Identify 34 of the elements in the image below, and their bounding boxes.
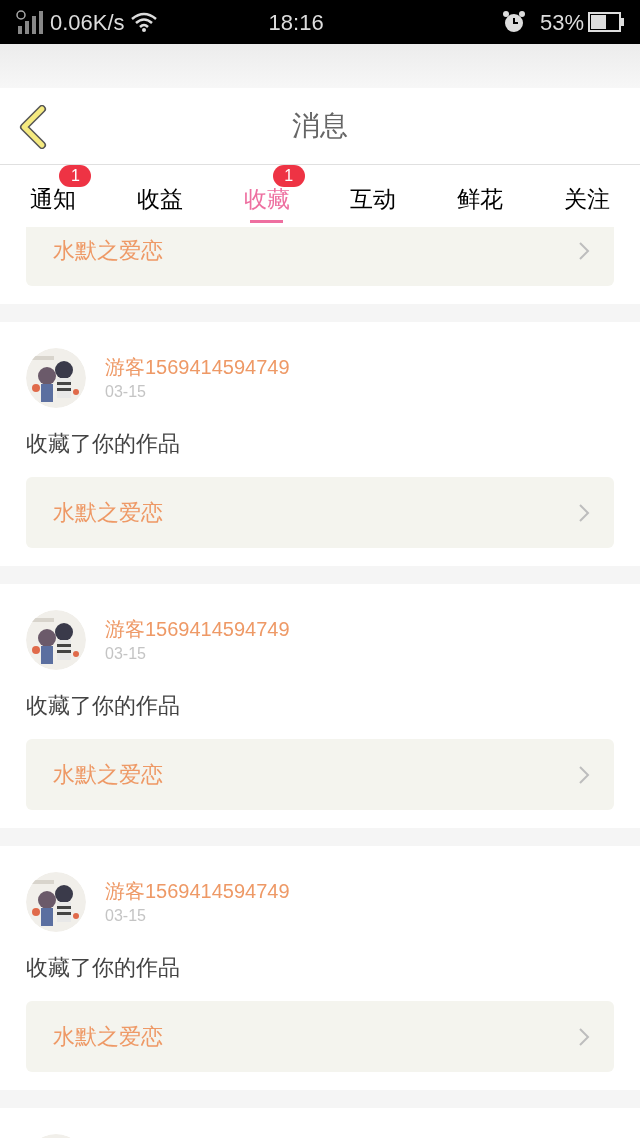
chevron-right-icon	[578, 764, 590, 785]
message-text: 收藏了你的作品	[26, 692, 181, 720]
chevron-right-icon	[578, 240, 590, 261]
count-badge: 1	[59, 165, 92, 187]
chevron-right-icon	[578, 502, 590, 523]
battery-percent: 53%	[539, 8, 584, 37]
tab[interactable]: 鲜花	[426, 165, 534, 227]
network-speed: 0.06K/s	[50, 8, 125, 37]
work-link[interactable]: 水默之爱恋	[26, 477, 614, 548]
message-date: 03-15	[105, 644, 147, 664]
wifi-icon	[130, 12, 157, 32]
tab[interactable]: 关注	[533, 165, 640, 227]
battery-icon	[588, 12, 624, 32]
work-link[interactable]: 水默之爱恋	[26, 1001, 614, 1072]
alarm-icon	[501, 10, 526, 34]
signal-icon	[16, 10, 44, 34]
tab-underline	[250, 220, 284, 223]
tab[interactable]: 收藏 1	[213, 165, 320, 227]
message-text: 收藏了你的作品	[26, 954, 181, 982]
count-badge: 1	[272, 165, 305, 187]
chevron-right-icon	[578, 1026, 590, 1047]
page-title: 消息	[292, 109, 348, 143]
tab[interactable]: 通知 1	[0, 165, 107, 227]
message-text: 收藏了你的作品	[26, 430, 181, 458]
user-name[interactable]: 游客1569414594749	[105, 878, 290, 904]
tab[interactable]: 互动	[320, 165, 427, 227]
work-link[interactable]: 水默之爱恋	[26, 739, 614, 810]
user-name[interactable]: 游客1569414594749	[105, 616, 290, 642]
tab[interactable]: 收益	[106, 165, 214, 227]
message-date: 03-15	[105, 382, 147, 402]
user-name[interactable]: 游客1569414594749	[105, 354, 290, 380]
message-date: 03-15	[105, 906, 147, 926]
clock-time: 18:16	[268, 8, 324, 37]
work-link[interactable]: 水默之爱恋	[26, 227, 614, 286]
